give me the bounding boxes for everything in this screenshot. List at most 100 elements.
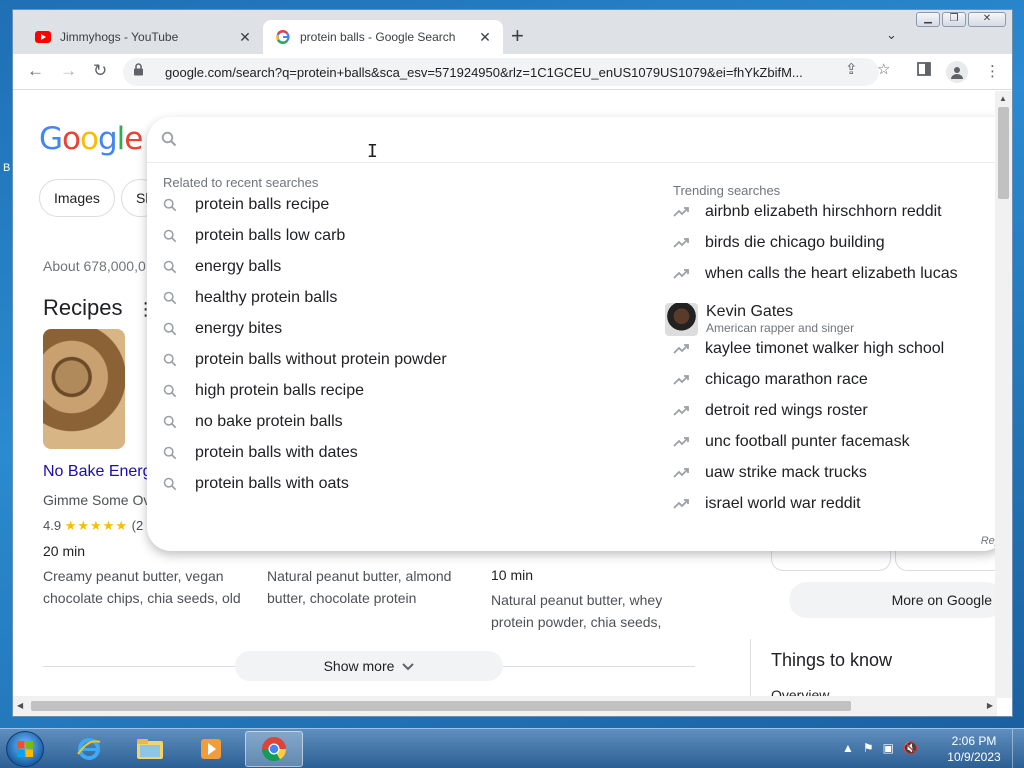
suggestion-item[interactable]: protein balls with oats bbox=[163, 468, 349, 499]
search-icon bbox=[163, 291, 179, 305]
trending-item[interactable]: detroit red wings roster bbox=[673, 395, 868, 426]
trending-item[interactable]: chicago marathon race bbox=[673, 364, 868, 395]
action-center-icon[interactable]: ⚑ bbox=[863, 741, 874, 755]
suggestion-text: chicago marathon race bbox=[705, 370, 868, 388]
browser-toolbar: ← → ↻ google.com/search?q=protein+balls&… bbox=[13, 54, 1012, 90]
internet-explorer-icon[interactable] bbox=[60, 731, 118, 767]
recipe-ingredients: Natural peanut butter, almond butter, ch… bbox=[267, 568, 452, 606]
recipes-heading: Recipes ⋮ bbox=[43, 295, 155, 320]
profile-avatar-icon[interactable] bbox=[946, 61, 968, 83]
suggestion-item[interactable]: energy balls bbox=[163, 251, 281, 282]
reload-icon[interactable]: ↻ bbox=[93, 62, 107, 80]
scroll-up-icon[interactable]: ▲ bbox=[999, 94, 1007, 103]
side-panel-icon[interactable] bbox=[917, 62, 931, 80]
trending-item[interactable]: uaw strike mack trucks bbox=[673, 457, 867, 488]
trending-item[interactable]: airbnb elizabeth hirschhorn reddit bbox=[673, 196, 942, 227]
trending-item[interactable]: when calls the heart elizabeth lucas bbox=[673, 258, 958, 289]
search-input[interactable]: I bbox=[147, 117, 997, 163]
show-more-button[interactable]: Show more bbox=[235, 651, 503, 681]
suggestion-item[interactable]: energy bites bbox=[163, 313, 282, 344]
overview-tab[interactable]: Overview bbox=[771, 687, 829, 696]
search-icon bbox=[161, 131, 177, 152]
suggestion-item[interactable]: healthy protein balls bbox=[163, 282, 337, 313]
recipe-thumbnail[interactable] bbox=[43, 329, 125, 449]
bookmark-star-icon[interactable]: ☆ bbox=[877, 60, 890, 78]
search-icon bbox=[163, 477, 179, 491]
tab-google-search[interactable]: protein balls - Google Search ✕ bbox=[263, 20, 503, 54]
vertical-scrollbar[interactable]: ▲ bbox=[995, 91, 1012, 698]
suggestion-item[interactable]: protein balls recipe bbox=[163, 189, 329, 220]
scroll-thumb[interactable] bbox=[998, 107, 1009, 199]
related-heading: Related to recent searches bbox=[163, 175, 319, 190]
address-bar[interactable]: google.com/search?q=protein+balls&sca_es… bbox=[123, 58, 879, 86]
horizontal-scrollbar[interactable]: ◀ ▶ bbox=[13, 696, 997, 716]
forward-arrow-icon[interactable]: → bbox=[60, 62, 77, 80]
new-tab-icon[interactable]: + bbox=[511, 25, 524, 47]
volume-muted-icon[interactable]: 🔇 bbox=[903, 741, 918, 755]
search-icon bbox=[163, 384, 179, 398]
tab-title: protein balls - Google Search bbox=[300, 30, 456, 44]
show-desktop-button[interactable] bbox=[1012, 729, 1024, 768]
suggestion-text: energy balls bbox=[195, 257, 282, 275]
suggestion-text: healthy protein balls bbox=[195, 288, 338, 306]
show-hidden-icons-icon[interactable]: ▲ bbox=[842, 741, 854, 755]
trending-arrow-icon bbox=[673, 498, 691, 510]
recipe-rating: 4.9 ★★★★★ (2 bbox=[43, 518, 144, 533]
media-player-icon[interactable] bbox=[182, 731, 240, 767]
close-tab-icon[interactable]: ✕ bbox=[237, 29, 253, 46]
suggestion-item[interactable]: protein balls with dates bbox=[163, 437, 358, 468]
search-icon bbox=[163, 353, 179, 367]
scroll-left-icon[interactable]: ◀ bbox=[17, 701, 23, 710]
chevron-down-icon[interactable]: ⌄ bbox=[886, 27, 897, 43]
tab-strip: Jimmyhogs - YouTube ✕ protein balls - Go… bbox=[13, 10, 1012, 54]
recipe-time: 10 min bbox=[491, 567, 534, 583]
search-icon bbox=[163, 198, 179, 212]
entity-photo bbox=[665, 303, 698, 336]
url-text: google.com/search?q=protein+balls&sca_es… bbox=[165, 64, 803, 80]
clock[interactable]: 2:06 PM 10/9/2023 bbox=[944, 733, 1004, 765]
clock-date: 10/9/2023 bbox=[947, 750, 1001, 764]
suggestion-text: protein balls with dates bbox=[195, 443, 358, 461]
more-on-google-button[interactable]: More on Google bbox=[789, 582, 997, 618]
google-g-icon bbox=[275, 29, 291, 45]
suggestion-text: detroit red wings roster bbox=[705, 401, 868, 419]
suggestion-entity[interactable]: Kevin Gates American rapper and singer bbox=[665, 303, 854, 336]
clock-time: 2:06 PM bbox=[951, 734, 997, 748]
taskbar: ▲ ⚑ ▣ 🔇 2:06 PM 10/9/2023 bbox=[0, 728, 1024, 768]
recipe-title-link[interactable]: No Bake Energ bbox=[43, 463, 152, 481]
trending-item[interactable]: birds die chicago building bbox=[673, 227, 885, 258]
suggestion-item[interactable]: no bake protein balls bbox=[163, 406, 343, 437]
divider bbox=[750, 639, 751, 696]
google-logo[interactable]: Google bbox=[39, 121, 143, 157]
share-icon[interactable]: ⇪ bbox=[845, 60, 858, 78]
scroll-right-icon[interactable]: ▶ bbox=[987, 701, 993, 710]
suggestion-text: no bake protein balls bbox=[195, 412, 343, 430]
search-icon bbox=[163, 229, 179, 243]
chevron-down-icon bbox=[402, 658, 415, 674]
chip-images[interactable]: Images bbox=[39, 179, 115, 217]
suggestion-text: israel world war reddit bbox=[705, 494, 861, 512]
close-window-icon[interactable]: ✕ bbox=[968, 12, 1006, 27]
start-button[interactable] bbox=[6, 731, 44, 767]
recipe-ingredients: Creamy peanut butter, vegan chocolate ch… bbox=[43, 568, 241, 606]
trending-item[interactable]: unc football punter facemask bbox=[673, 426, 910, 457]
suggestion-item[interactable]: protein balls low carb bbox=[163, 220, 345, 251]
suggestion-text: unc football punter facemask bbox=[705, 432, 910, 450]
tab-youtube[interactable]: Jimmyhogs - YouTube ✕ bbox=[13, 20, 263, 54]
minimize-icon[interactable]: ▁ bbox=[916, 12, 940, 27]
back-arrow-icon[interactable]: ← bbox=[27, 62, 44, 80]
menu-kebab-icon[interactable]: ⋮ bbox=[985, 62, 1000, 80]
search-icon bbox=[163, 415, 179, 429]
scroll-thumb[interactable] bbox=[31, 701, 851, 711]
chrome-taskbar-icon[interactable] bbox=[245, 731, 303, 767]
network-icon[interactable]: ▣ bbox=[883, 741, 894, 755]
suggestion-item[interactable]: high protein balls recipe bbox=[163, 375, 364, 406]
file-explorer-icon[interactable] bbox=[121, 731, 179, 767]
close-tab-icon[interactable]: ✕ bbox=[477, 29, 493, 46]
suggestion-text: uaw strike mack trucks bbox=[705, 463, 867, 481]
maximize-icon[interactable]: ❐ bbox=[942, 12, 966, 27]
trending-item[interactable]: israel world war reddit bbox=[673, 488, 861, 519]
suggestion-text: protein balls with oats bbox=[195, 474, 349, 492]
trending-item[interactable]: kaylee timonet walker high school bbox=[673, 333, 944, 364]
suggestion-item[interactable]: protein balls without protein powder bbox=[163, 344, 447, 375]
